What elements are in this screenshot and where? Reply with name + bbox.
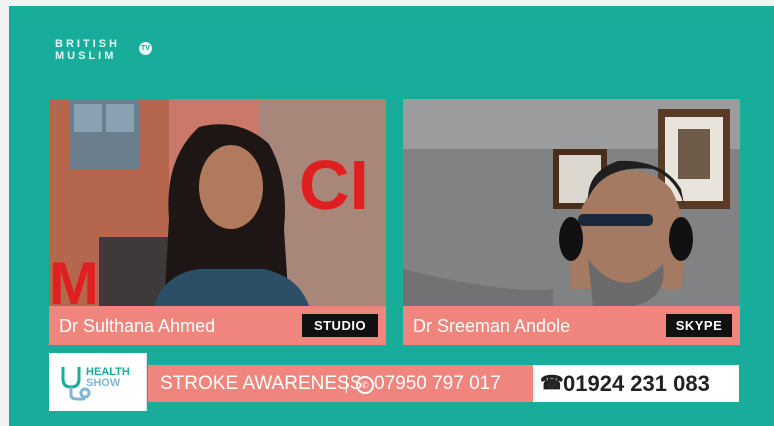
topic-bar: STROKE AWARENESS ✆ 07950 797 017 [148,365,533,402]
phone-icon: ☎ [540,373,564,394]
guest-panel-studio: CI ME Dr Sulthana Ahmed STUDIO [49,99,386,345]
source-tag: STUDIO [302,314,378,337]
phone-box: ☎ 01924 231 083 [533,365,739,402]
studio-nameplate: Dr Sulthana Ahmed STUDIO [49,306,386,345]
logo-line1: BRITISH [55,38,120,50]
separator [346,375,347,393]
logo-line2: MUSLIM [55,50,117,62]
topic-text: STROKE AWARENESS [160,373,363,394]
studio-video-feed: CI ME [49,99,386,306]
guest-name: Dr Sreeman Andole [413,316,571,336]
guest-panel-skype: Dr Sreeman Andole SKYPE [403,99,740,345]
skype-video-feed [403,99,740,306]
whatsapp-icon: ✆ [356,376,374,394]
health-show-logo: HEALTH SHOW [49,353,147,411]
phone-number: 01924 231 083 [563,371,710,396]
lower-third-ticker: HEALTH SHOW STROKE AWARENESS ✆ 07950 797… [49,353,739,411]
logo-badge: TV [139,42,152,55]
channel-logo: BRITISH MUSLIM TV [55,38,152,62]
logo-show: SHOW [86,377,121,389]
source-tag: SKYPE [666,314,732,337]
whatsapp-number: 07950 797 017 [374,373,501,394]
svg-text:CI: CI [299,146,369,224]
guest-name: Dr Sulthana Ahmed [59,316,216,336]
health-show-text: HEALTH SHOW [86,367,130,389]
video-frame: BRITISH MUSLIM TV CI ME Dr Sulthana Ahme… [9,6,774,426]
skype-nameplate: Dr Sreeman Andole SKYPE [403,306,740,345]
